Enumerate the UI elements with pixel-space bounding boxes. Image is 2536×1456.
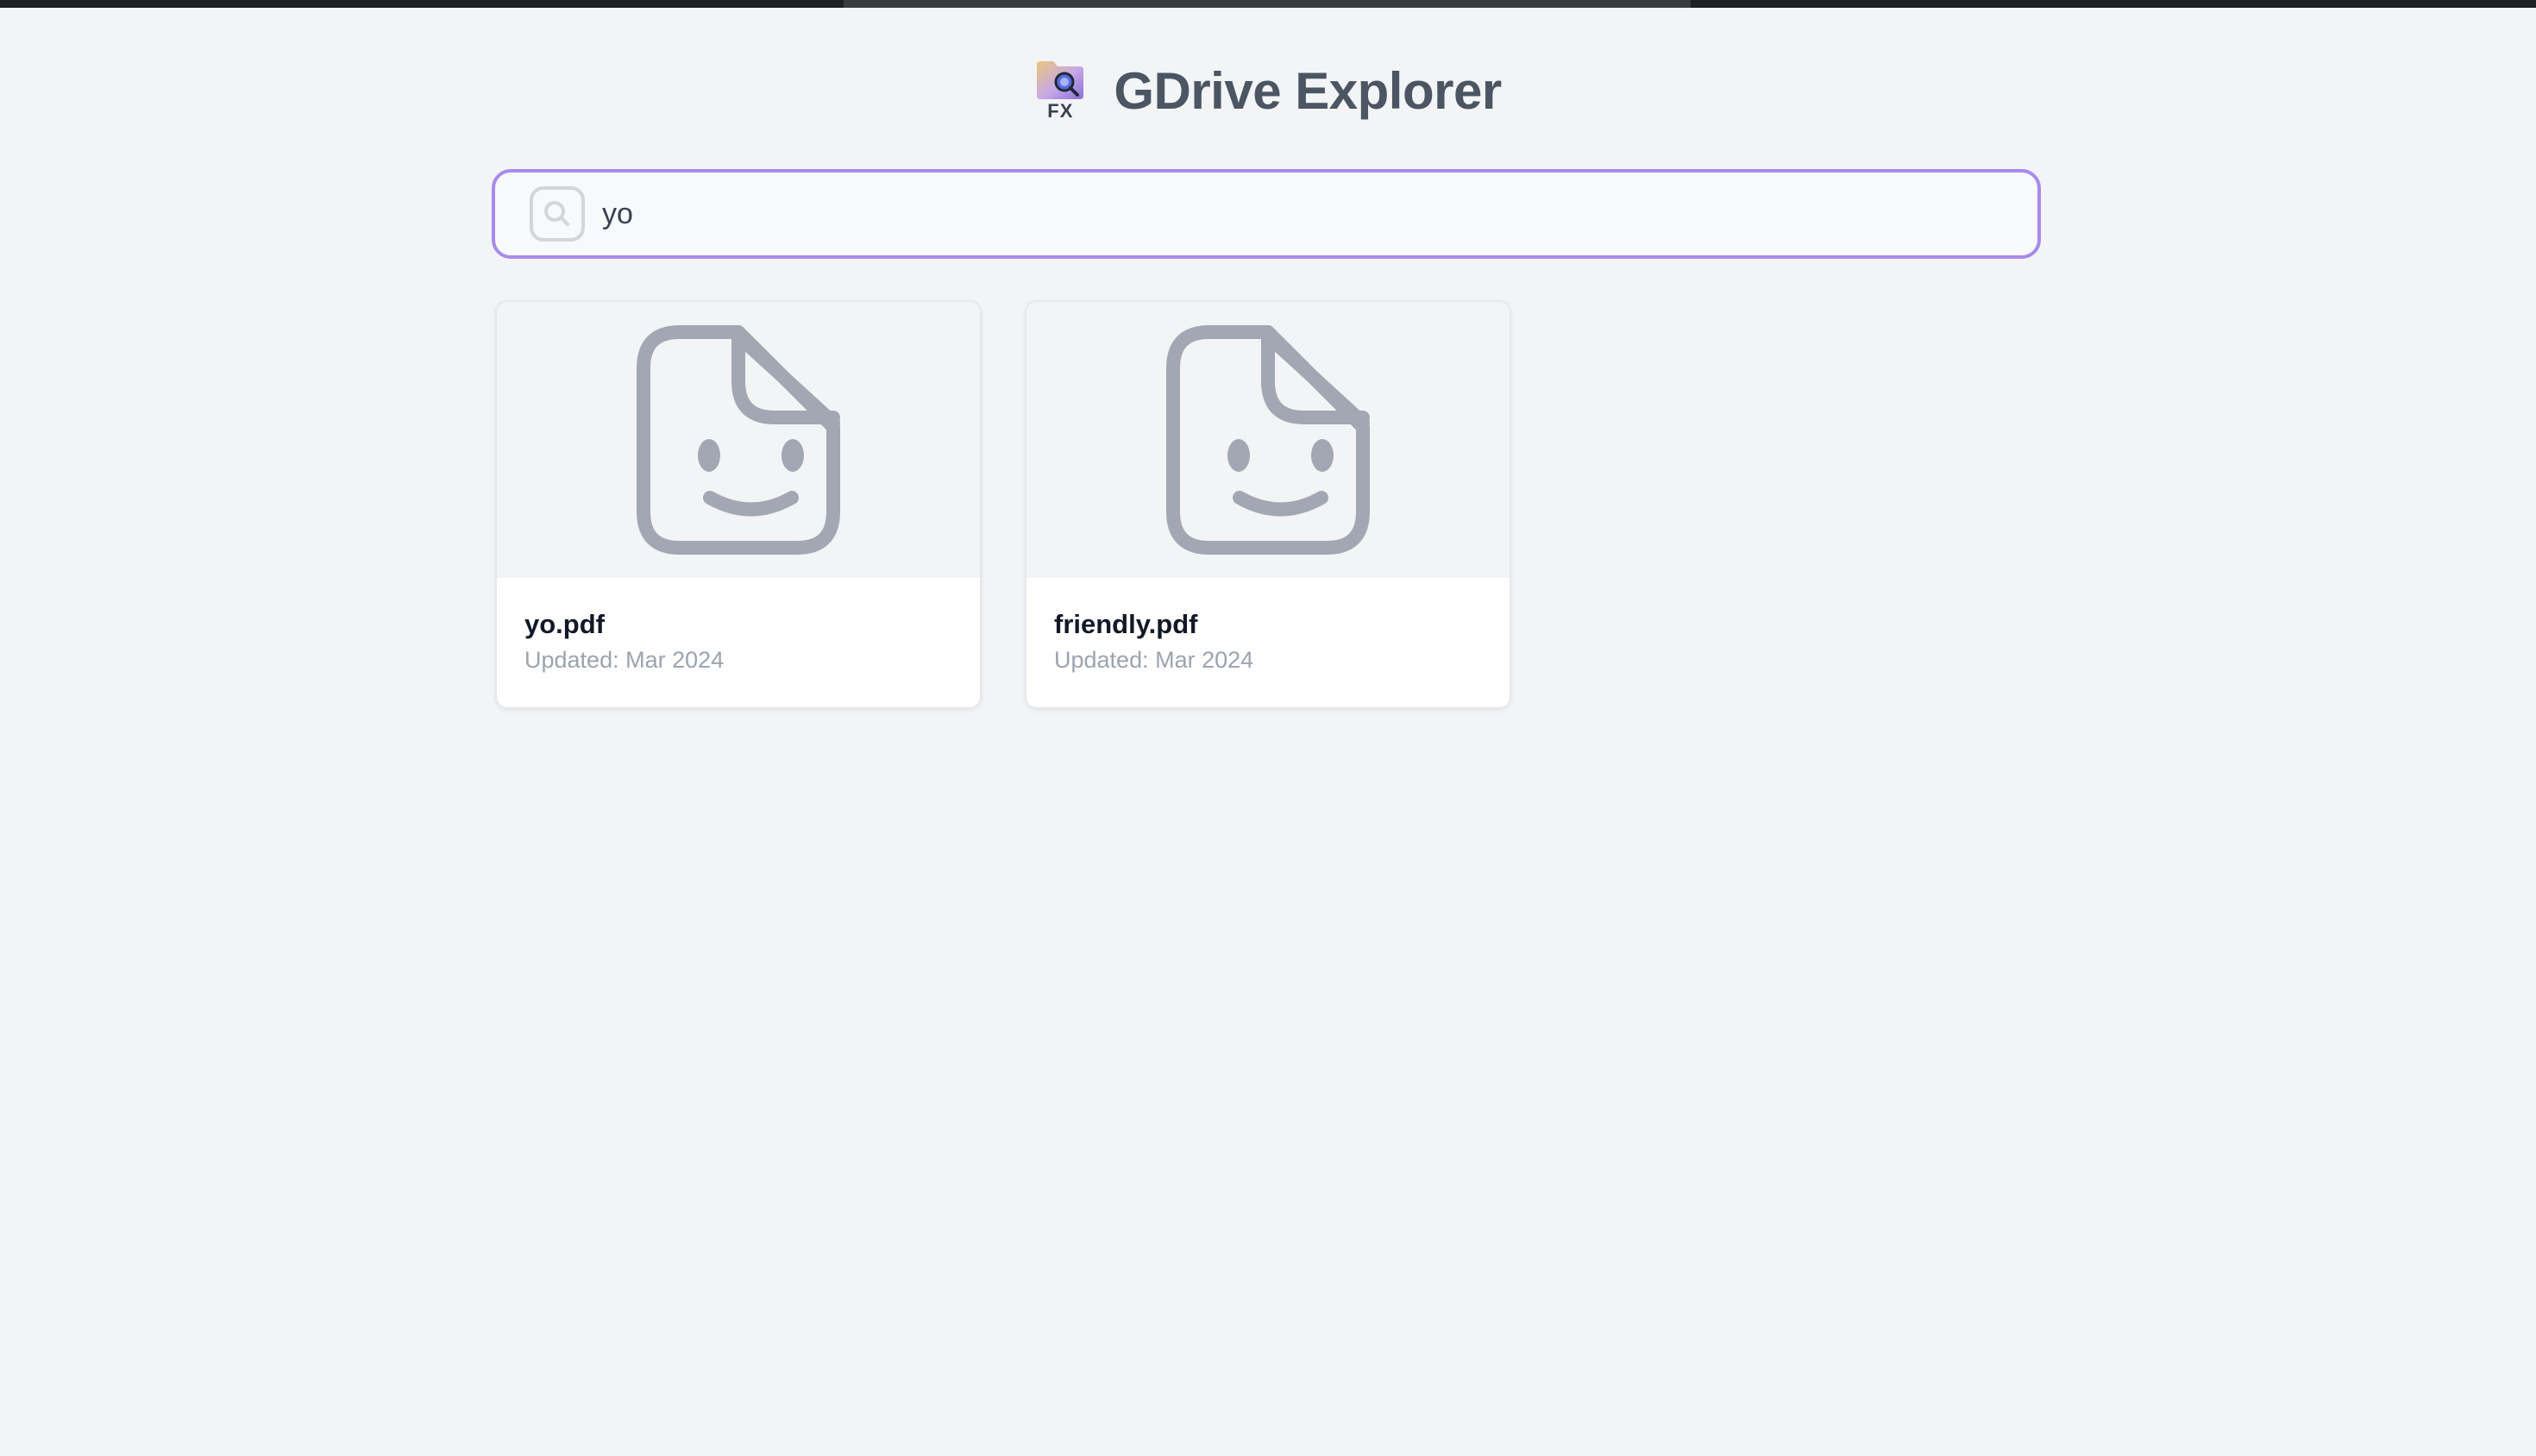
- search-input[interactable]: [600, 187, 1984, 241]
- file-smile-icon: [637, 325, 840, 555]
- folder-search-icon: [1037, 61, 1084, 99]
- file-updated: Updated: Mar 2024: [524, 647, 725, 673]
- file-card[interactable]: yo.pdf Updated: Mar 2024: [495, 300, 982, 709]
- search-icon: [530, 186, 585, 242]
- browser-top-strip: [0, 0, 2536, 8]
- active-tab-indicator: [844, 0, 1691, 8]
- app-title: GDrive Explorer: [1114, 61, 1502, 120]
- file-smile-icon: [1166, 325, 1370, 555]
- file-name: friendly.pdf: [1054, 609, 1198, 639]
- results-grid: yo.pdf Updated: Mar 2024 friendly.pdf Up…: [495, 300, 1511, 709]
- search-box[interactable]: [492, 169, 2041, 259]
- file-thumbnail: [1026, 302, 1510, 578]
- app-header: FX GDrive Explorer: [0, 53, 2536, 128]
- logo-text: FX: [1047, 100, 1074, 122]
- app-logo: FX: [1034, 60, 1086, 122]
- file-card[interactable]: friendly.pdf Updated: Mar 2024: [1025, 300, 1511, 709]
- file-thumbnail: [497, 302, 980, 578]
- file-updated: Updated: Mar 2024: [1054, 647, 1254, 673]
- file-name: yo.pdf: [524, 609, 605, 639]
